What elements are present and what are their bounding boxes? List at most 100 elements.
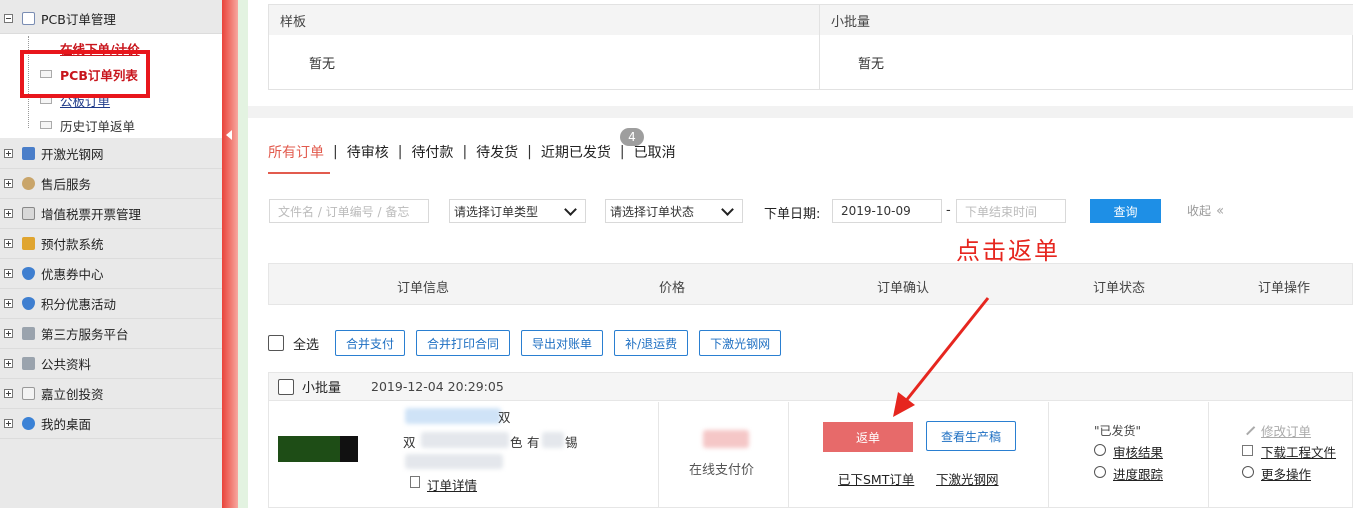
sidebar-item-vat-invoice[interactable]: 增值税票开票管理 — [0, 199, 222, 229]
double-chevron-left-icon: ‹‹ — [1216, 202, 1224, 219]
order-status-select[interactable]: 请选择订单状态 — [605, 199, 743, 223]
date-from-input[interactable]: 2019-10-09 — [832, 199, 942, 223]
page-icon — [40, 121, 52, 129]
count-badge: 4 — [620, 128, 644, 146]
sidebar-item-label: 第三方服务平台 — [41, 327, 129, 342]
tab-separator: | — [619, 144, 625, 160]
merge-pay-button[interactable]: 合并支付 — [335, 330, 406, 356]
sidebar-item-public-docs[interactable]: 公共资料 — [0, 349, 222, 379]
small-batch-column-title: 小批量 — [820, 5, 1353, 35]
tab-pending-shipment[interactable]: 待发货 — [476, 142, 518, 162]
sidebar-item-investment[interactable]: 嘉立创投资 — [0, 379, 222, 409]
expand-toggle-icon[interactable] — [4, 149, 13, 158]
sidebar-item-pcb-orders[interactable]: PCB订单管理 — [0, 4, 222, 34]
expand-toggle-icon[interactable] — [4, 389, 13, 398]
redacted-text — [542, 432, 564, 448]
expand-toggle-icon[interactable] — [4, 329, 13, 338]
search-input[interactable]: 文件名 / 订单编号 / 备忘 — [269, 199, 429, 223]
order-type-value: 请选择订单类型 — [454, 204, 539, 219]
collapse-filters-link[interactable]: 收起 ‹‹ — [1187, 202, 1224, 219]
tab-all-orders[interactable]: 所有订单 — [268, 142, 324, 162]
info-fragment: 锡 — [565, 435, 578, 450]
shipping-adjust-button[interactable]: 补/退运费 — [614, 330, 689, 356]
summary-panel: 样板 暂无 小批量 暂无 — [248, 0, 1353, 106]
order-type-select[interactable]: 请选择订单类型 — [449, 199, 586, 223]
pcb-thumbnail[interactable] — [278, 436, 358, 462]
sidebar-collapse-bar[interactable] — [222, 0, 238, 508]
sidebar-item-label: 积分优惠活动 — [41, 297, 117, 312]
tab-pending-review[interactable]: 待审核 — [347, 142, 389, 162]
expand-toggle-icon[interactable] — [4, 179, 13, 188]
expand-toggle-icon[interactable] — [4, 209, 13, 218]
sidebar-item-laser-stencil[interactable]: 开激光钢网 — [0, 139, 222, 169]
tab-recently-shipped[interactable]: 近期已发货 — [541, 142, 611, 162]
sample-column-value: 暂无 — [309, 56, 336, 72]
info-fragment: 有 — [527, 435, 540, 450]
sidebar-item-label: 售后服务 — [41, 177, 92, 192]
order-detail-link[interactable]: 订单详情 — [427, 475, 477, 494]
merge-print-contract-button[interactable]: 合并打印合同 — [416, 330, 511, 356]
tab-cancelled[interactable]: 已取消 — [634, 142, 676, 162]
modify-order-link[interactable]: 修改订单 — [1261, 421, 1311, 440]
sidebar-item-label: 增值税票开票管理 — [41, 207, 142, 222]
more-actions-link[interactable]: 更多操作 — [1261, 464, 1311, 483]
laser-stencil-button[interactable]: 下激光钢网 — [699, 330, 782, 356]
progress-tracking-link[interactable]: 进度跟踪 — [1113, 464, 1163, 483]
collapse-toggle-icon[interactable] — [4, 14, 13, 23]
smt-order-link[interactable]: 已下SMT订单 — [838, 469, 914, 488]
download-engineering-file-link[interactable]: 下载工程文件 — [1261, 442, 1336, 461]
grid-icon — [22, 357, 35, 370]
column-header-order-info: 订单信息 — [397, 281, 450, 296]
download-icon — [1242, 445, 1253, 456]
order-confirm-cell: 返单 查看生产稿 已下SMT订单 下激光钢网 — [789, 402, 1049, 508]
collapse-label: 收起 — [1187, 204, 1212, 218]
expand-toggle-icon[interactable] — [4, 239, 13, 248]
sidebar-item-points[interactable]: 积分优惠活动 — [0, 289, 222, 319]
expand-toggle-icon[interactable] — [4, 299, 13, 308]
export-statement-button[interactable]: 导出对账单 — [521, 330, 604, 356]
sidebar-item-coupons[interactable]: 优惠券中心 — [0, 259, 222, 289]
sidebar-item-label: 我的桌面 — [41, 417, 92, 432]
order-checkbox[interactable] — [278, 378, 294, 395]
expand-toggle-icon[interactable] — [4, 269, 13, 278]
order-row-header: 小批量 2019-12-04 20:29:05 — [269, 373, 1352, 401]
sidebar-item-after-sales[interactable]: 售后服务 — [0, 169, 222, 199]
laser-icon — [22, 147, 35, 160]
sidebar-item-label: 公共资料 — [41, 357, 92, 372]
query-button[interactable]: 查询 — [1090, 199, 1161, 223]
expand-toggle-icon[interactable] — [4, 359, 13, 368]
sample-column-title: 样板 — [269, 5, 819, 35]
laser-stencil-link[interactable]: 下激光钢网 — [936, 469, 999, 488]
tab-pending-payment[interactable]: 待付款 — [411, 142, 453, 162]
date-to-input[interactable]: 下单结束时间 — [956, 199, 1066, 223]
app-root: PCB订单管理 在线下单/计价 PCB订单列表 公板订单 历史订单返单 开激光钢… — [0, 0, 1353, 508]
annotation-text: 点击返单 — [956, 237, 1060, 265]
order-price-cell: 在线支付价 — [659, 402, 789, 508]
sidebar-subitem-history-return[interactable]: 历史订单返单 — [40, 113, 135, 137]
collapse-arrow-icon[interactable] — [226, 130, 232, 140]
order-tabs: 所有订单 | 待审核 | 待付款 | 待发货 | 近期已发货 | 已取消 — [268, 142, 676, 162]
order-status-value: 请选择订单状态 — [610, 204, 695, 219]
chevron-down-icon — [721, 202, 734, 216]
tab-separator: | — [527, 144, 532, 160]
sidebar-item-desktop[interactable]: 我的桌面 — [0, 409, 222, 439]
redacted-text — [405, 454, 503, 469]
shield-icon — [22, 267, 35, 280]
expand-toggle-icon[interactable] — [4, 419, 13, 428]
review-result-link[interactable]: 审核结果 — [1113, 442, 1163, 461]
view-production-draft-button[interactable]: 查看生产稿 — [926, 421, 1016, 451]
column-header-actions: 订单操作 — [1258, 281, 1311, 296]
column-header-confirmation: 订单确认 — [877, 281, 930, 296]
sidebar-item-label: 预付款系统 — [41, 237, 104, 252]
small-batch-column: 小批量 暂无 — [820, 5, 1353, 89]
tab-separator: | — [333, 144, 338, 160]
select-all-checkbox[interactable] — [268, 335, 284, 351]
sidebar-item-prepay[interactable]: 预付款系统 — [0, 229, 222, 259]
redacted-text — [421, 432, 509, 448]
order-status-text: "已发货" — [1094, 424, 1142, 438]
sidebar-item-third-party[interactable]: 第三方服务平台 — [0, 319, 222, 349]
database-icon — [22, 237, 35, 250]
return-order-button[interactable]: 返单 — [823, 422, 913, 452]
sidebar-subitem-label: 历史订单返单 — [60, 118, 136, 134]
order-info-cell: 双 双 色 有 锡 订单详情 — [269, 402, 659, 508]
